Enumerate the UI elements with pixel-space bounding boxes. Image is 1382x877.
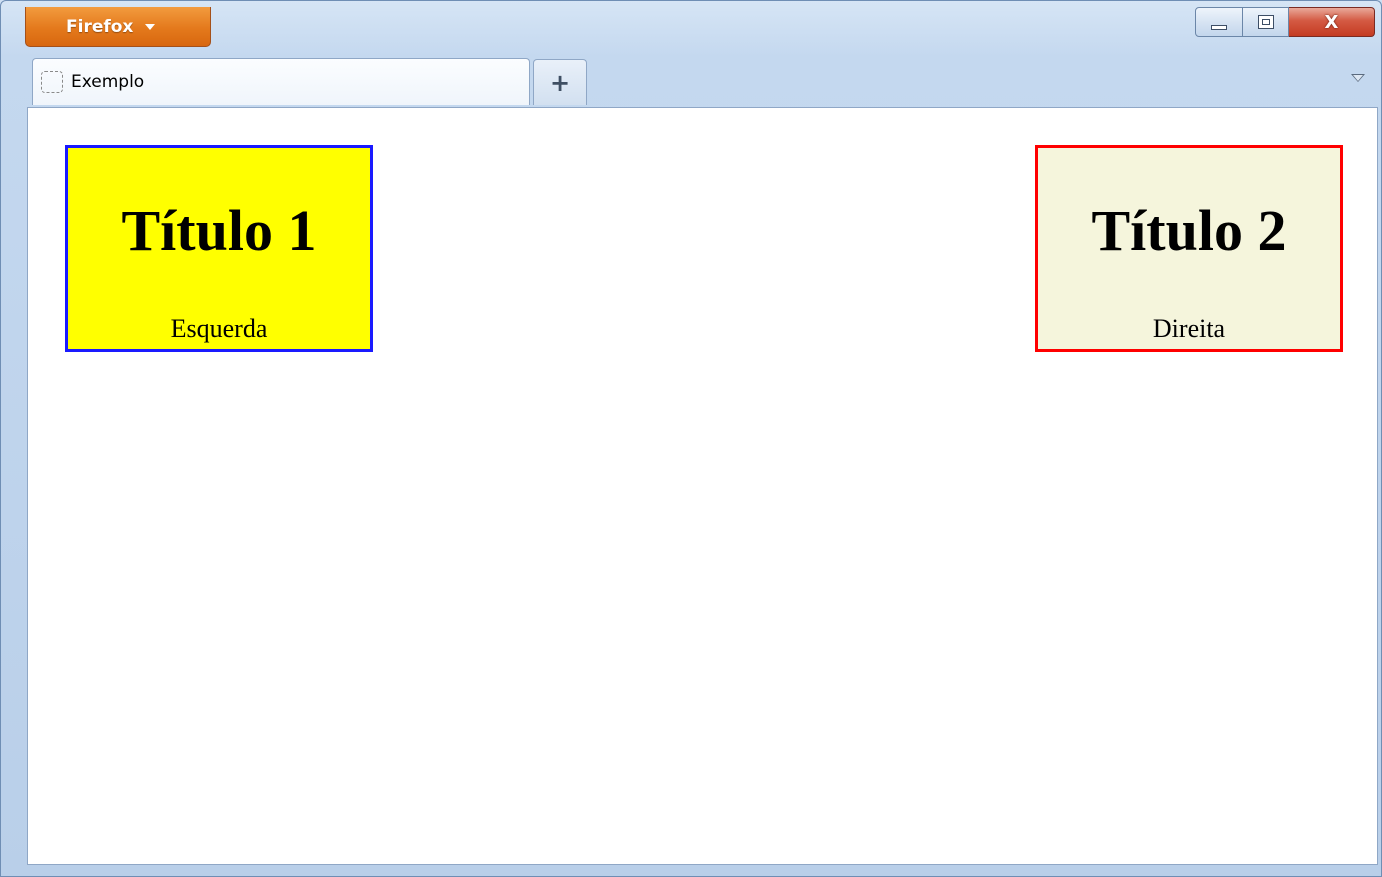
list-all-tabs-icon[interactable]: [1351, 74, 1365, 82]
tab-exemplo[interactable]: Exemplo: [32, 58, 530, 105]
tab-strip: Exemplo +: [27, 55, 1377, 107]
restore-icon: [1257, 15, 1274, 29]
browser-window: Firefox X Exemplo + Título 1 Esquerda Tí…: [0, 0, 1382, 877]
left-box: Título 1 Esquerda: [65, 145, 373, 352]
minimize-icon: [1211, 24, 1227, 30]
close-window-button[interactable]: X: [1289, 7, 1375, 37]
chevron-down-icon: [145, 23, 156, 30]
left-box-caption: Esquerda: [170, 314, 268, 343]
new-tab-button[interactable]: +: [533, 59, 587, 105]
firefox-menu-label: Firefox: [66, 16, 134, 37]
left-box-heading: Título 1: [121, 198, 317, 263]
minimize-button[interactable]: [1195, 7, 1243, 37]
blank-page-icon: [41, 71, 63, 93]
right-box-heading: Título 2: [1091, 198, 1287, 263]
maximize-button[interactable]: [1243, 7, 1289, 37]
right-box-caption: Direita: [1152, 314, 1226, 343]
firefox-menu-button[interactable]: Firefox: [25, 7, 211, 47]
plus-icon: +: [549, 68, 571, 97]
close-icon: X: [1324, 11, 1339, 33]
tab-label: Exemplo: [71, 72, 145, 92]
right-box: Título 2 Direita: [1035, 145, 1343, 352]
window-controls: X: [1195, 7, 1375, 37]
page-content: Título 1 Esquerda Título 2 Direita: [27, 107, 1378, 865]
